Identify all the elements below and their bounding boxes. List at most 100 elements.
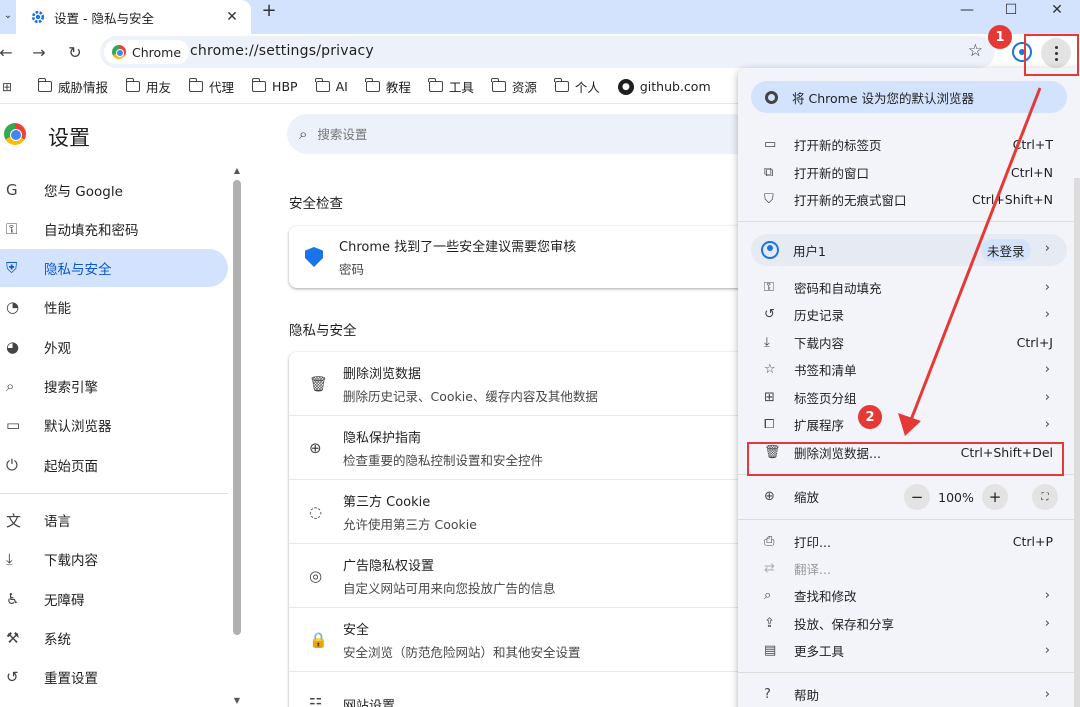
- sidebar-item-languages[interactable]: 文 语言: [0, 501, 228, 539]
- menu-item-help[interactable]: ? 帮助 ›: [738, 681, 1080, 707]
- sidebar-item-reset[interactable]: ↺ 重置设置: [0, 658, 228, 696]
- sidebar-item-appearance[interactable]: ◕ 外观: [0, 328, 228, 366]
- address-bar[interactable]: Chrome chrome://settings/privacy ☆: [100, 36, 995, 68]
- key-icon: ⚿: [6, 220, 18, 238]
- reload-button[interactable]: ↻: [61, 38, 89, 66]
- privacy-guide-icon: ⊕: [309, 438, 322, 457]
- bookmark-folder[interactable]: 威胁情报: [37, 77, 108, 96]
- menu-item-passwords[interactable]: ⚿ 密码和自动填充 ›: [738, 274, 1080, 301]
- tab-search-chevron-icon[interactable]: ⌄: [0, 0, 16, 30]
- search-input[interactable]: [317, 126, 698, 142]
- row-title: 安全: [343, 622, 370, 638]
- bookmark-label: HBP: [272, 79, 298, 94]
- history-icon: ↺: [764, 307, 775, 322]
- folder-icon: [188, 78, 204, 92]
- sidebar-item-you-and-google[interactable]: G 您与 Google: [0, 171, 228, 209]
- scroll-up-arrow-icon[interactable]: ▲: [232, 166, 242, 176]
- folder-icon: [315, 78, 330, 92]
- fullscreen-button[interactable]: ⛶: [1032, 484, 1058, 510]
- menu-item-tab-groups[interactable]: ⊞ 标签页分组 ›: [738, 384, 1080, 411]
- row-subtitle: 安全浏览（防范危险网站）和其他安全设置: [343, 644, 581, 660]
- zoom-in-button[interactable]: +: [982, 484, 1008, 510]
- back-button[interactable]: ←: [0, 38, 20, 66]
- window-close-button[interactable]: ✕: [1034, 0, 1080, 20]
- site-info-chip[interactable]: Chrome: [104, 40, 190, 64]
- bookmark-folder[interactable]: 工具: [428, 77, 474, 96]
- safety-check-row[interactable]: Chrome 找到了一些安全建议需要您审核 密码: [289, 226, 749, 288]
- menu-scrollbar[interactable]: [1074, 178, 1080, 707]
- row-subtitle: 自定义网站可用来向您投放广告的信息: [343, 580, 556, 596]
- menu-item-cast-save-share[interactable]: ⇪ 投放、保存和分享 ›: [738, 610, 1080, 637]
- maximize-button[interactable]: ☐: [988, 0, 1034, 20]
- set-default-browser-item[interactable]: 将 Chrome 设为您的默认浏览器: [751, 81, 1067, 113]
- menu-item-more-tools[interactable]: ▤ 更多工具 ›: [738, 637, 1080, 664]
- bookmark-folder[interactable]: HBP: [251, 78, 298, 94]
- new-tab-icon: ▭: [764, 137, 777, 152]
- sidebar-item-downloads[interactable]: ⤓ 下载内容: [0, 540, 228, 578]
- menu-item-history[interactable]: ↺ 历史记录 ›: [738, 301, 1080, 328]
- privacy-row-clear-data[interactable]: 🗑 删除浏览数据 删除历史记录、Cookie、缓存内容及其他数据: [289, 352, 749, 416]
- search-icon: ⌕: [6, 377, 15, 395]
- bookmark-folder[interactable]: 用友: [125, 77, 171, 96]
- minimize-button[interactable]: —: [944, 0, 990, 20]
- zoom-out-button[interactable]: −: [904, 484, 930, 510]
- sidebar-item-system[interactable]: ⚒ 系统: [0, 619, 228, 657]
- privacy-row-site-settings[interactable]: ☷ 网站设置: [289, 672, 749, 707]
- trash-icon: 🗑: [309, 374, 329, 393]
- menu-item-label: 打开新的无痕式窗口: [794, 193, 907, 208]
- sidebar-scrollbar[interactable]: ▲ ▼: [232, 166, 242, 707]
- menu-item-find-edit[interactable]: ⌕ 查找和修改 ›: [738, 582, 1080, 609]
- key-icon: ⚿: [764, 280, 774, 295]
- privacy-row-third-party-cookie[interactable]: ◌ 第三方 Cookie 允许使用第三方 Cookie: [289, 480, 749, 544]
- sidebar-item-label: 外观: [44, 341, 71, 357]
- apps-grid-icon[interactable]: ⊞: [0, 80, 20, 94]
- sidebar-item-autofill[interactable]: ⚿ 自动填充和密码: [0, 210, 228, 248]
- menu-item-new-tab[interactable]: ▭ 打开新的标签页 Ctrl+T: [738, 131, 1080, 158]
- chevron-right-icon: ›: [1044, 616, 1050, 631]
- lock-icon: 🔒: [309, 630, 328, 649]
- privacy-row-ad-privacy[interactable]: ◎ 广告隐私权设置 自定义网站可用来向您投放广告的信息: [289, 544, 749, 608]
- annotation-highlight-clear-data: [747, 442, 1064, 476]
- privacy-row-guide[interactable]: ⊕ 隐私保护指南 检查重要的隐私控制设置和安全控件: [289, 416, 749, 480]
- menu-item-profile[interactable]: 用户1 未登录 ›: [751, 234, 1067, 266]
- menu-item-new-window[interactable]: ⧉ 打开新的窗口 Ctrl+N: [738, 159, 1080, 186]
- sidebar-item-privacy[interactable]: ⛨ 隐私与安全: [0, 249, 228, 287]
- menu-item-label: 扩展程序: [794, 418, 845, 433]
- sidebar-item-accessibility[interactable]: ♿ 无障碍: [0, 580, 228, 618]
- new-tab-button[interactable]: +: [258, 0, 280, 21]
- sidebar-item-startup[interactable]: ⏻ 起始页面: [0, 446, 228, 484]
- privacy-row-security[interactable]: 🔒 安全安全浏览（防范危险网站）和其他安全设置: [289, 608, 749, 672]
- forward-button[interactable]: →: [25, 38, 53, 66]
- menu-item-print[interactable]: ⎙ 打印... Ctrl+P: [738, 528, 1080, 555]
- settings-search[interactable]: ⌕: [287, 114, 757, 154]
- sidebar-item-performance[interactable]: ◔ 性能: [0, 288, 228, 326]
- bookmark-folder[interactable]: 个人: [554, 77, 600, 96]
- menu-shortcut: Ctrl+Shift+N: [972, 192, 1053, 207]
- sidebar-item-search-engine[interactable]: ⌕ 搜索引擎: [0, 367, 228, 405]
- bookmark-label: 代理: [209, 80, 235, 95]
- bookmark-folder[interactable]: 教程: [365, 77, 411, 96]
- sidebar-item-default-browser[interactable]: ▭ 默认浏览器: [0, 406, 228, 444]
- safety-check-card[interactable]: Chrome 找到了一些安全建议需要您审核 密码: [289, 226, 749, 288]
- bookmark-github[interactable]: ● github.com: [617, 78, 711, 95]
- menu-item-extensions[interactable]: ⧠ 扩展程序 ›: [738, 411, 1080, 438]
- url-text[interactable]: chrome://settings/privacy: [190, 43, 374, 59]
- row-title: 网站设置: [343, 698, 396, 707]
- scrollbar-thumb[interactable]: [233, 180, 241, 635]
- menu-item-downloads[interactable]: ⤓ 下载内容 Ctrl+J: [738, 329, 1080, 356]
- tab-settings[interactable]: 设置 - 隐私与安全 ✕: [16, 0, 251, 34]
- sidebar-item-label: 性能: [44, 301, 71, 317]
- close-tab-icon[interactable]: ✕: [223, 8, 241, 26]
- scroll-down-arrow-icon[interactable]: ▼: [232, 696, 242, 706]
- wrench-icon: ⚒: [6, 629, 20, 647]
- bookmark-folder[interactable]: 代理: [188, 77, 235, 96]
- annotation-highlight-menu-button: [1024, 34, 1079, 76]
- menu-divider: [738, 519, 1080, 520]
- bookmark-folder[interactable]: AI: [315, 78, 348, 94]
- bookmark-star-icon[interactable]: ☆: [968, 41, 983, 61]
- menu-item-bookmarks[interactable]: ☆ 书签和清单 ›: [738, 356, 1080, 383]
- star-icon: ☆: [764, 362, 776, 377]
- menu-item-incognito[interactable]: ⛉ 打开新的无痕式窗口 Ctrl+Shift+N: [738, 186, 1080, 213]
- bookmark-folder[interactable]: 资源: [491, 77, 537, 96]
- menu-item-label: 书签和清单: [794, 363, 857, 378]
